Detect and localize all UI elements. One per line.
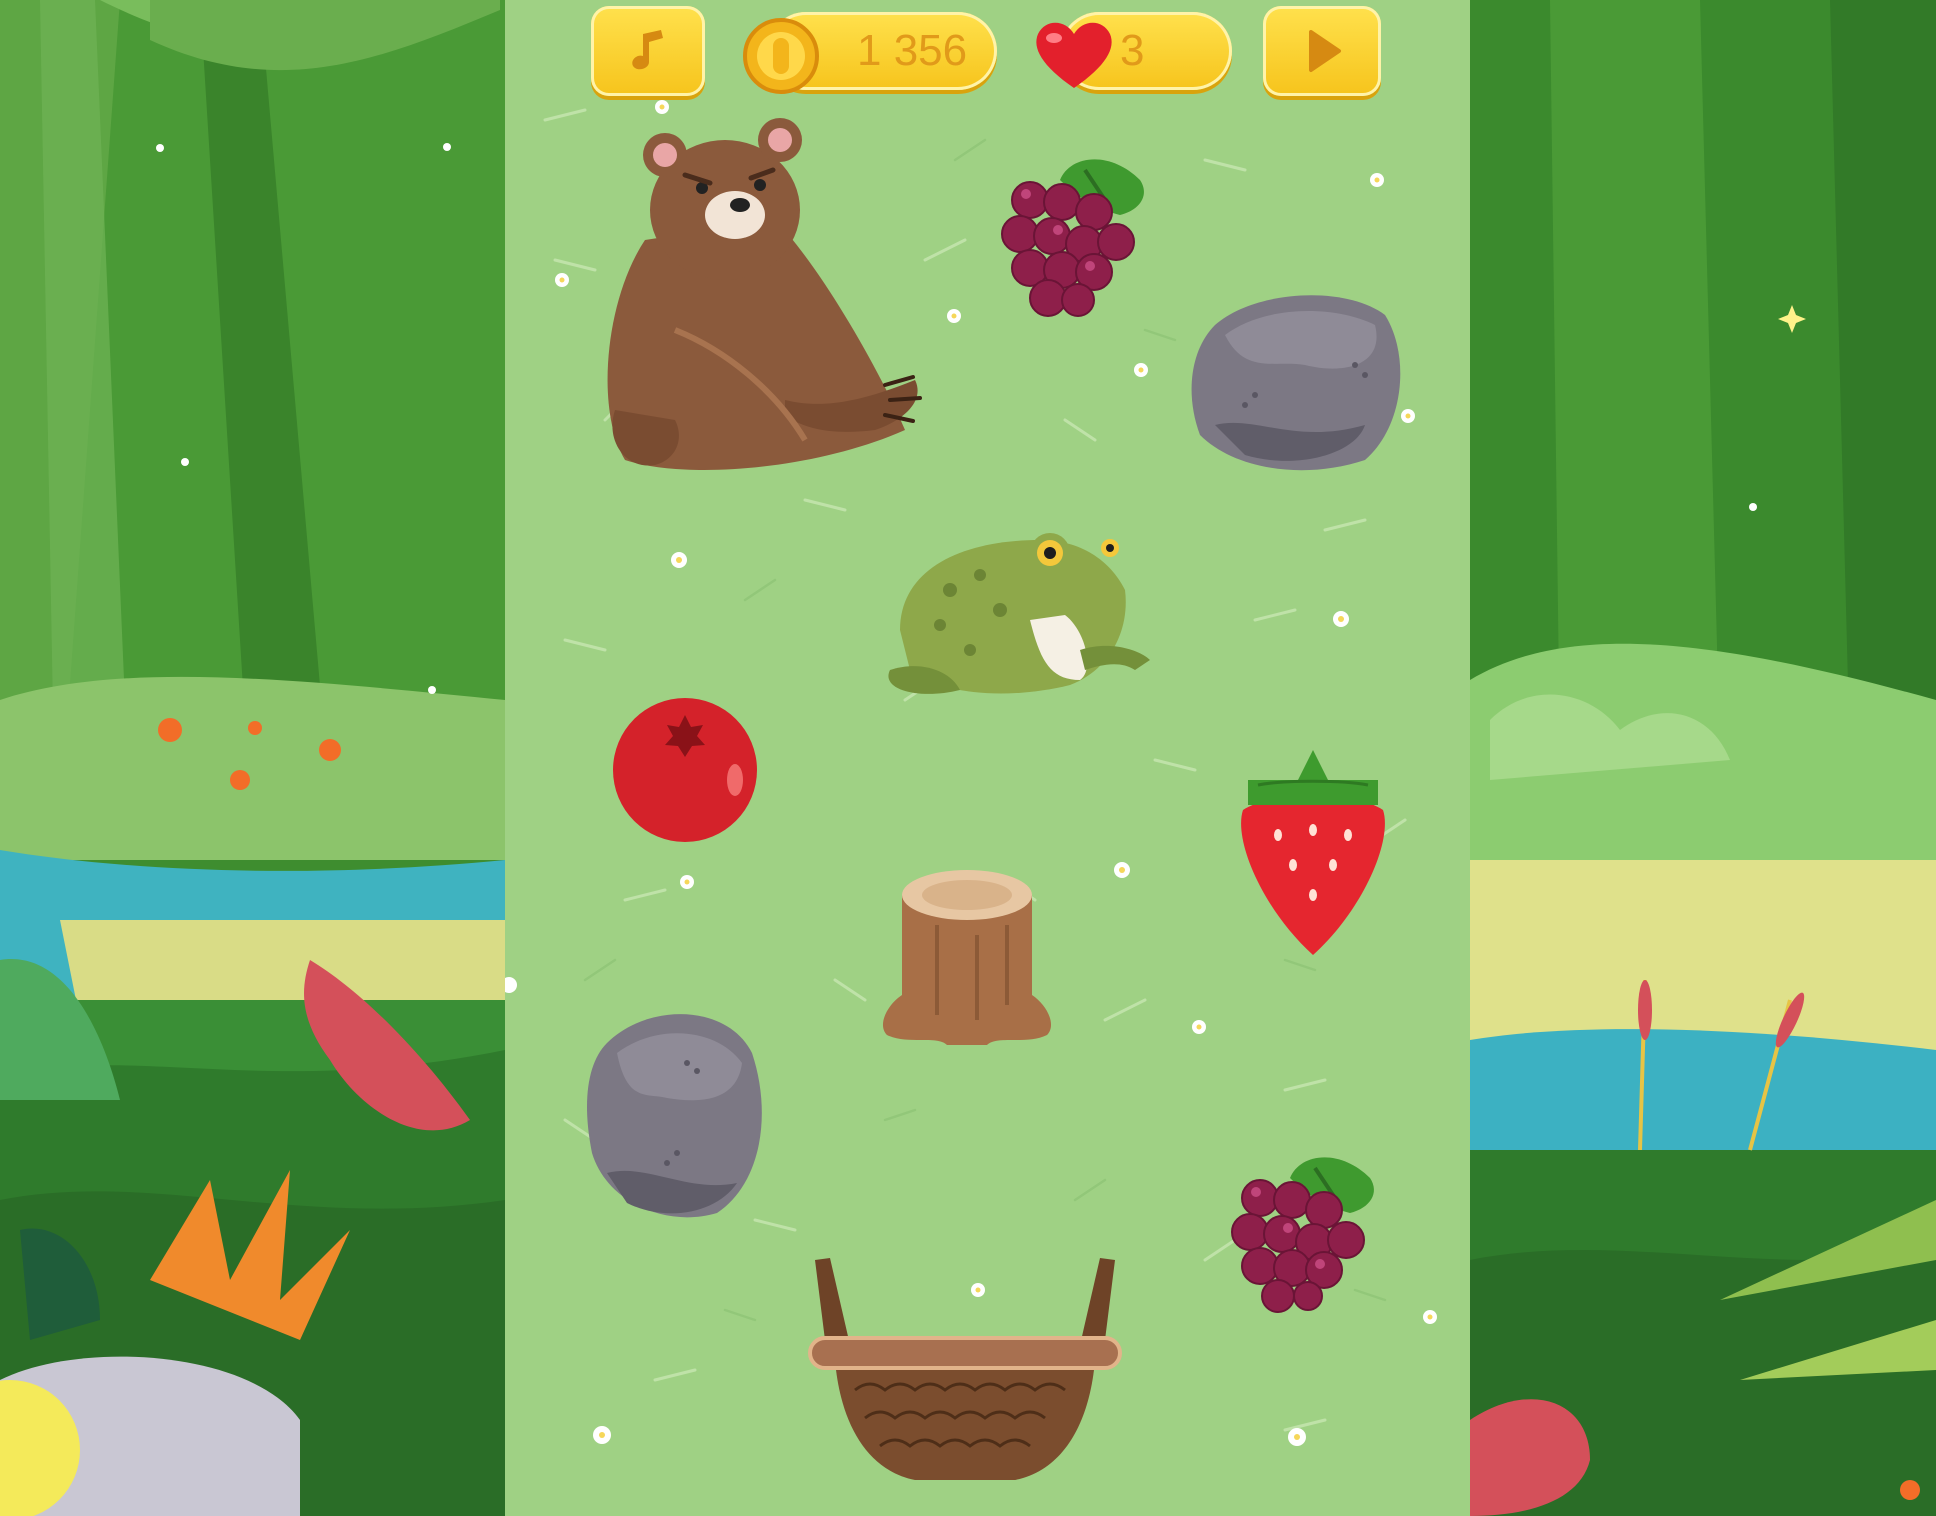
strawberry-item[interactable]	[1233, 750, 1393, 955]
grapes-item-2[interactable]	[1220, 1148, 1385, 1318]
game-board: 1 356 3	[505, 0, 1470, 1516]
frog-character[interactable]	[880, 520, 1155, 700]
right-forest-backdrop	[1470, 0, 1936, 1516]
lives-count-text: 3	[1120, 26, 1145, 75]
gold-coin-icon	[743, 18, 819, 94]
rock-obstacle-2[interactable]	[587, 1003, 767, 1223]
heart-icon	[1036, 22, 1112, 89]
play-button[interactable]	[1263, 6, 1381, 96]
play-icon	[1309, 30, 1341, 72]
rock-obstacle-1[interactable]	[1185, 285, 1410, 475]
basket-collector[interactable]	[805, 1250, 1125, 1485]
left-forest-scenery	[0, 0, 505, 1516]
cranberry-item[interactable]	[610, 695, 760, 845]
grapes-item-1[interactable]	[990, 150, 1160, 325]
right-forest-scenery	[1470, 0, 1936, 1516]
game-screen: 1 356 3	[0, 0, 1936, 1516]
tree-stump-item[interactable]	[877, 865, 1057, 1050]
left-forest-backdrop	[0, 0, 505, 1516]
bear-character[interactable]	[585, 110, 925, 480]
music-toggle-button[interactable]	[591, 6, 705, 96]
music-note-icon	[632, 30, 663, 70]
coin-count-text: 1 356	[857, 26, 968, 75]
